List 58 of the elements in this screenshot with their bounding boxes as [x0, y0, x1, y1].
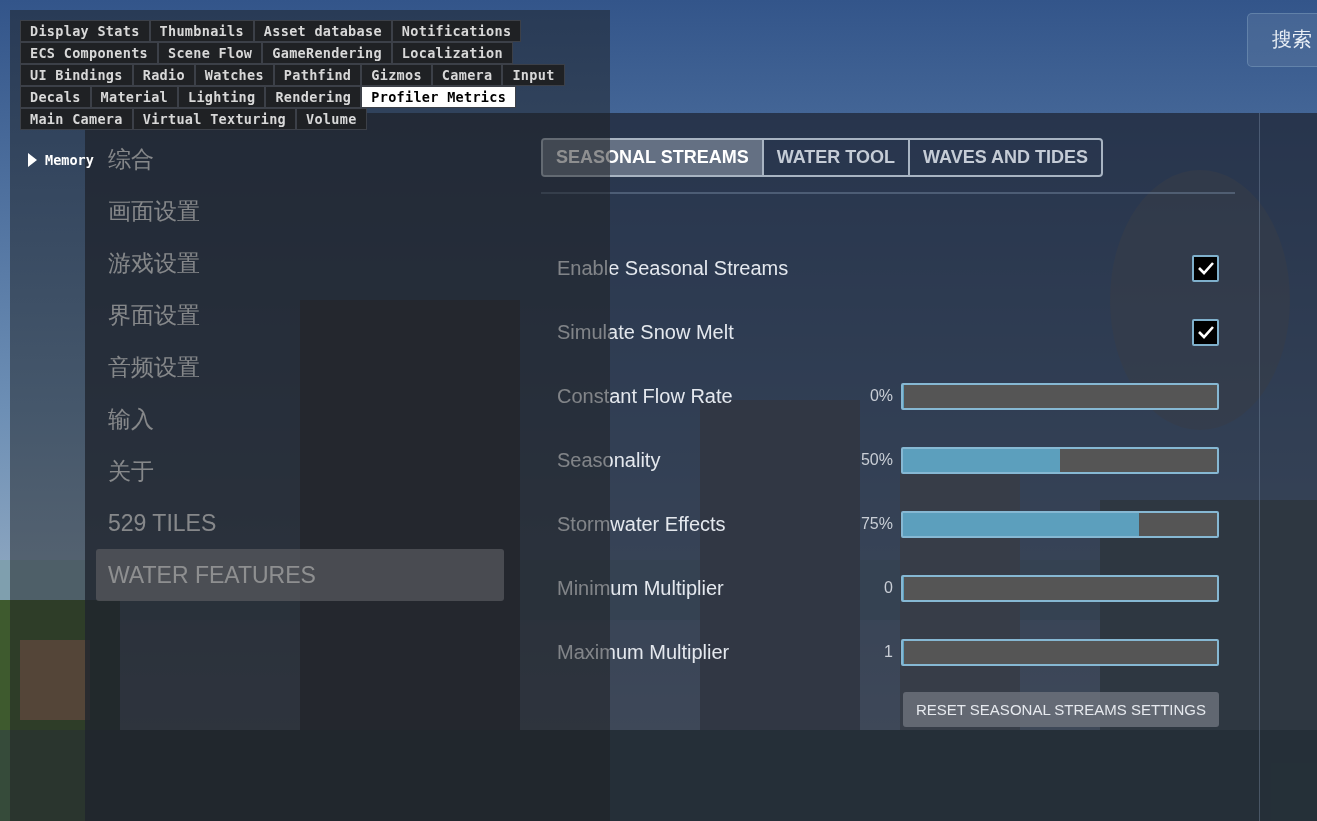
- tree-item[interactable]: Memory: [45, 152, 94, 168]
- tab[interactable]: WATER TOOL: [761, 140, 909, 175]
- debug-tab[interactable]: Input: [502, 64, 565, 86]
- setting-label: Enable Seasonal Streams: [557, 256, 790, 280]
- slider-value: 0%: [869, 387, 893, 405]
- sidebar-item[interactable]: 画面设置: [96, 185, 504, 237]
- debug-tab[interactable]: ECS Components: [20, 42, 158, 64]
- debug-tab[interactable]: Pathfind: [273, 64, 362, 86]
- debug-tab[interactable]: Volume: [296, 108, 367, 130]
- slider-value: 1: [884, 643, 893, 661]
- checkbox[interactable]: [1192, 318, 1219, 346]
- checkbox[interactable]: [1192, 254, 1219, 282]
- reset-button[interactable]: RESET SEASONAL STREAMS SETTINGS: [903, 692, 1219, 727]
- check-icon: [1196, 325, 1215, 339]
- debug-tab[interactable]: Main Camera: [20, 108, 133, 130]
- slider-value: 0: [884, 579, 893, 597]
- slider-value: 50%: [860, 451, 893, 469]
- debug-tab[interactable]: Radio: [132, 64, 195, 86]
- debug-tab[interactable]: Thumbnails: [149, 20, 254, 42]
- debug-tab[interactable]: GameRendering: [262, 42, 392, 64]
- setting-label: Minimum Multiplier: [557, 576, 725, 600]
- debug-tab[interactable]: Gizmos: [361, 64, 432, 86]
- slider-value: 75%: [860, 515, 893, 533]
- check-icon: [1196, 261, 1215, 275]
- caret-right-icon[interactable]: [28, 153, 37, 167]
- slider[interactable]: [901, 382, 1219, 410]
- slider[interactable]: [901, 574, 1219, 602]
- setting-label: Stormwater Effects: [557, 512, 727, 536]
- debug-tab[interactable]: Watches: [194, 64, 274, 86]
- debug-tab[interactable]: Notifications: [391, 20, 522, 42]
- debug-tab[interactable]: Lighting: [178, 86, 266, 108]
- sidebar-item[interactable]: 界面设置: [96, 289, 504, 341]
- slider[interactable]: [901, 638, 1219, 666]
- debug-tab[interactable]: Profiler Metrics: [361, 86, 517, 108]
- debug-tab[interactable]: Camera: [431, 64, 503, 86]
- setting-label: Simulate Snow Melt: [557, 320, 735, 344]
- debug-tab[interactable]: Rendering: [265, 86, 362, 108]
- setting-label: Seasonality: [557, 448, 662, 472]
- sidebar-item[interactable]: 综合: [96, 133, 504, 185]
- debug-tab[interactable]: UI Bindings: [20, 64, 133, 86]
- debug-tab[interactable]: Decals: [20, 86, 91, 108]
- tab[interactable]: WAVES AND TIDES: [908, 140, 1102, 175]
- setting-label: Constant Flow Rate: [557, 384, 734, 408]
- sidebar-item[interactable]: 关于: [96, 445, 504, 497]
- sidebar-item[interactable]: 输入: [96, 393, 504, 445]
- sidebar-item[interactable]: 音频设置: [96, 341, 504, 393]
- debug-tab[interactable]: Localization: [391, 42, 513, 64]
- slider[interactable]: [901, 510, 1219, 538]
- debug-tab[interactable]: Display Stats: [20, 20, 150, 42]
- debug-tab[interactable]: Asset database: [253, 20, 392, 42]
- debug-tab[interactable]: Virtual Texturing: [132, 108, 296, 130]
- search-button[interactable]: 搜索: [1247, 12, 1317, 67]
- sidebar-item[interactable]: 游戏设置: [96, 237, 504, 289]
- setting-label: Maximum Multiplier: [557, 640, 731, 664]
- slider[interactable]: [901, 446, 1219, 474]
- debug-tab[interactable]: Material: [90, 86, 178, 108]
- debug-tab[interactable]: Scene Flow: [158, 42, 263, 64]
- sidebar-item[interactable]: 529 TILES: [96, 497, 504, 549]
